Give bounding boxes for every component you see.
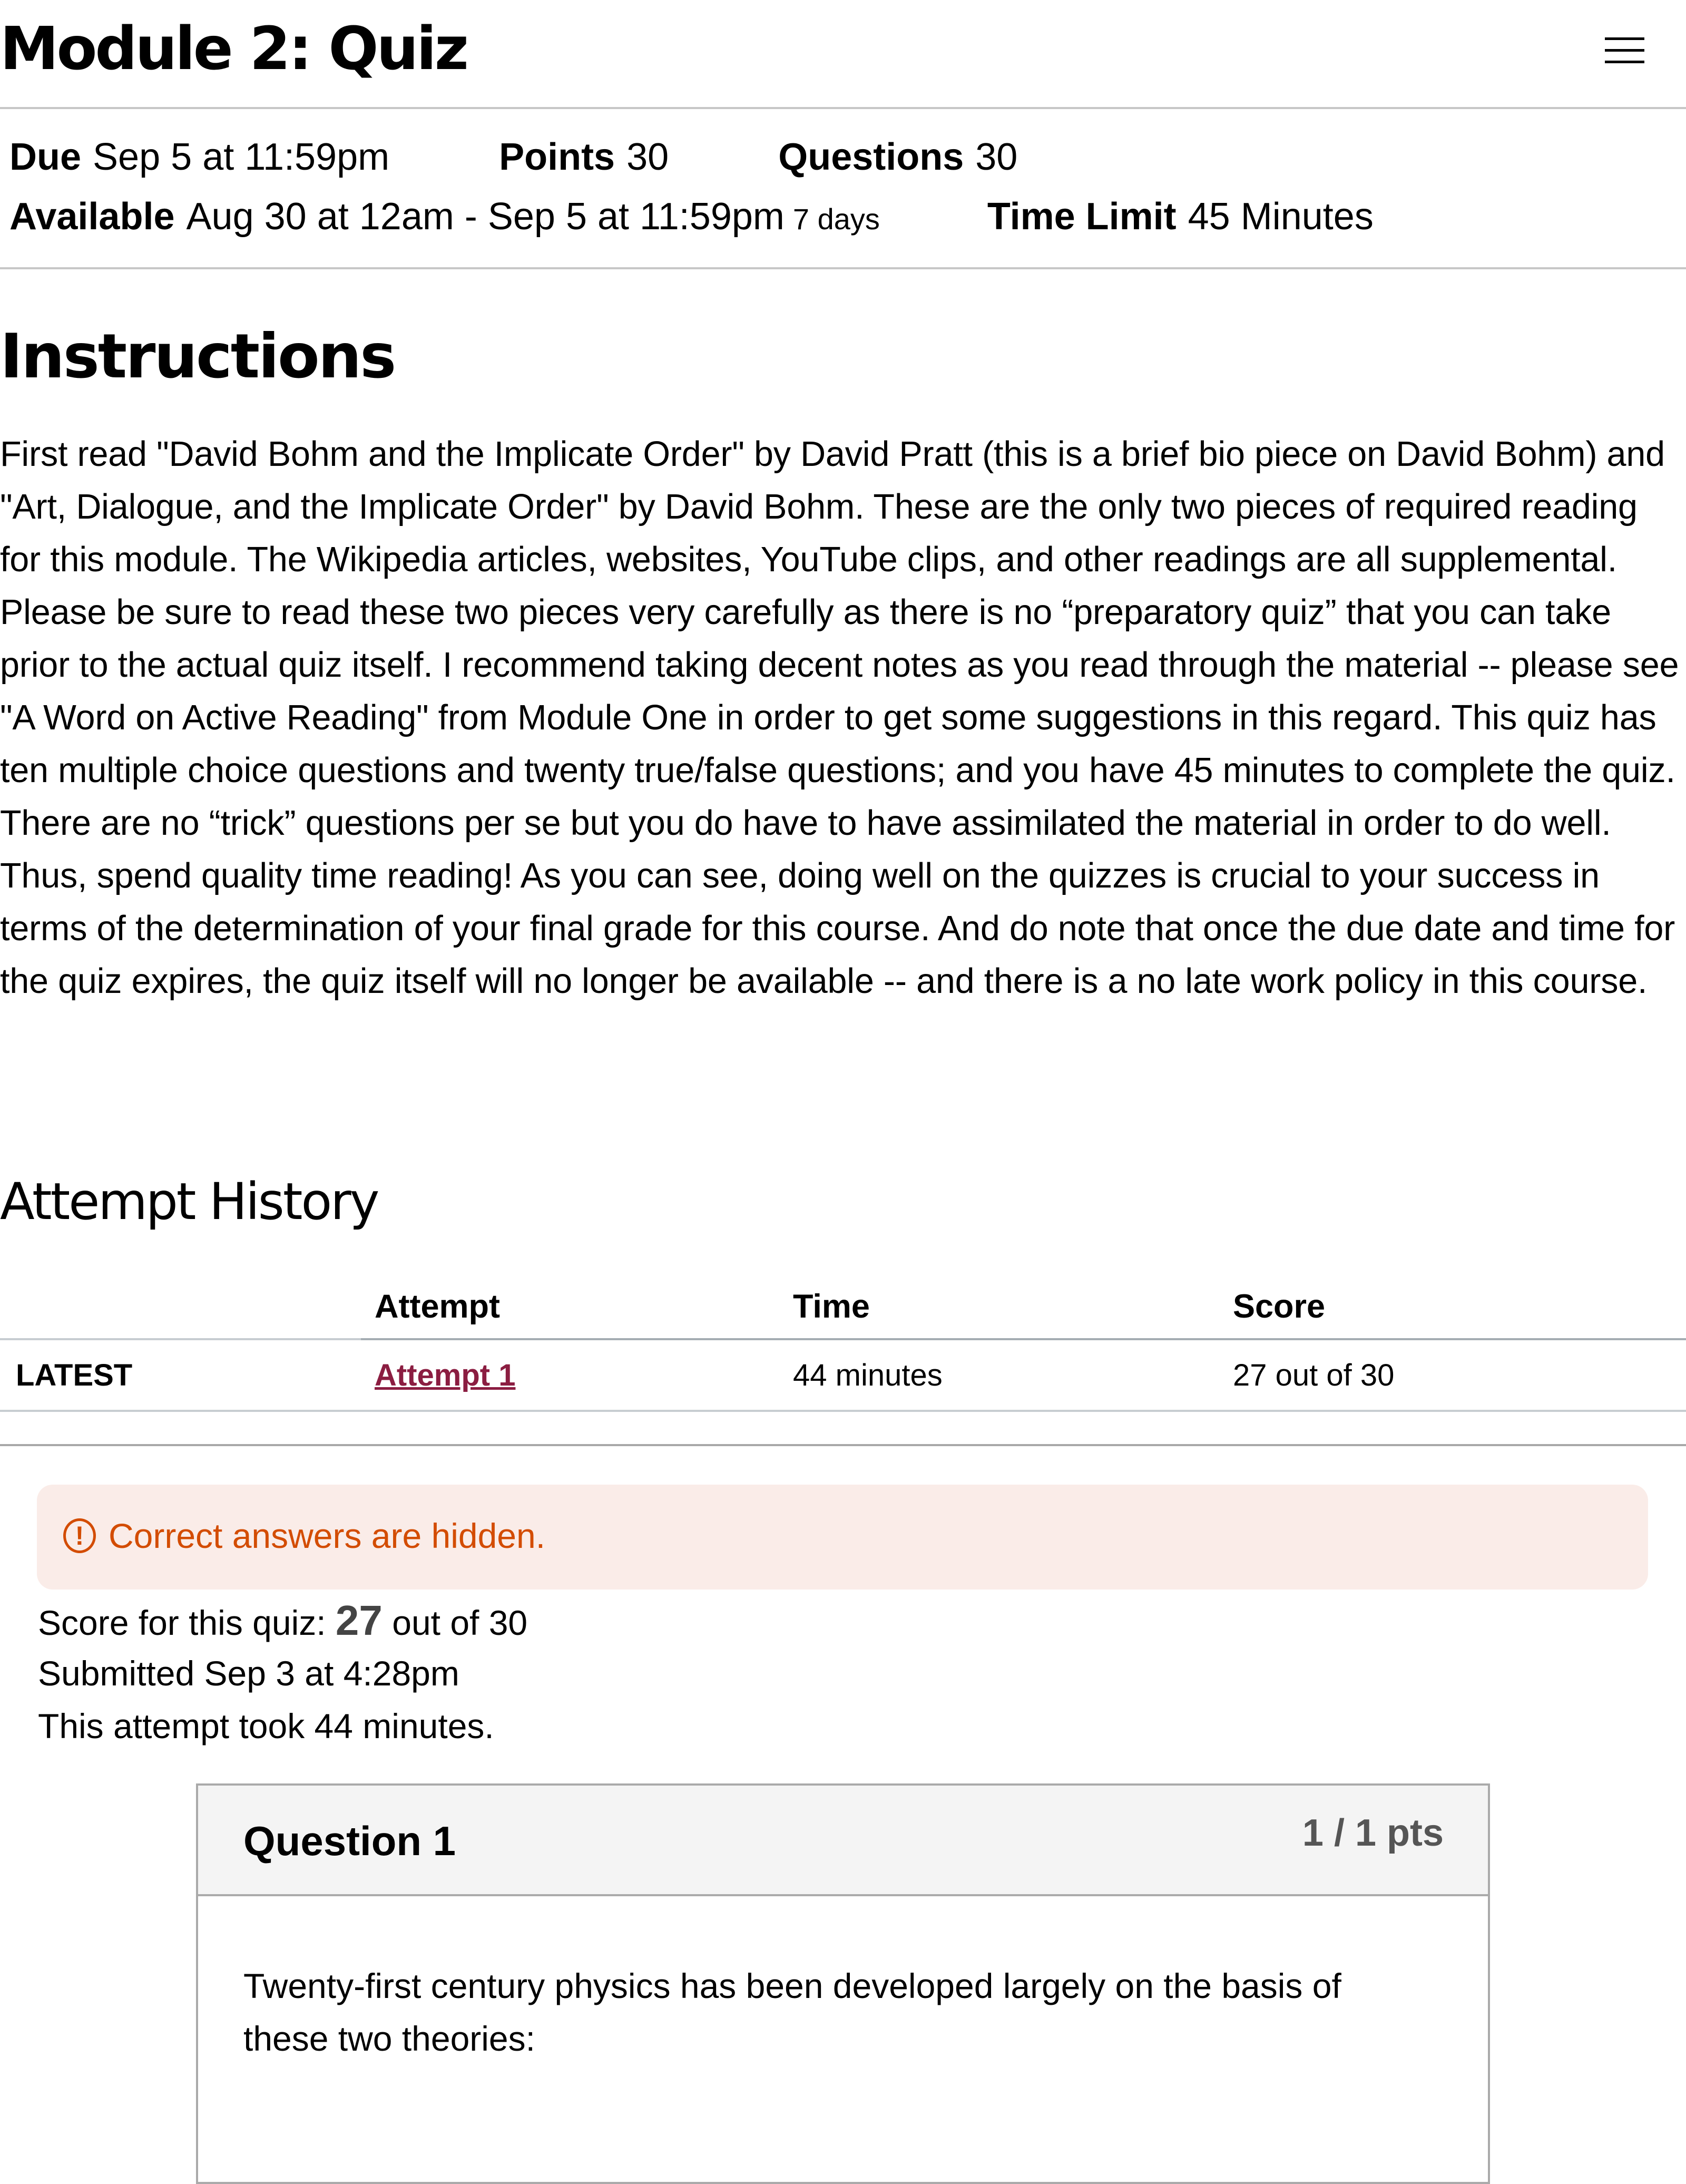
section-divider (0, 1444, 1686, 1446)
questions-value: 30 (975, 136, 1018, 178)
time-limit-value: 45 Minutes (1188, 196, 1374, 238)
table-header-row: Attempt Time Score (0, 1262, 1686, 1340)
alert-text: Correct answers are hidden. (109, 1516, 546, 1555)
questions-label: Questions (778, 136, 964, 178)
question-card: Question 1 1 / 1 pts Twenty-first centur… (196, 1783, 1490, 2184)
attempt-1-link[interactable]: Attempt 1 (375, 1358, 515, 1392)
quiz-details-row-2: Available Aug 30 at 12am - Sep 5 at 11:59… (9, 193, 1374, 243)
correct-answers-hidden-alert: ! Correct answers are hidden. (37, 1485, 1648, 1590)
time-limit-label: Time Limit (987, 196, 1177, 238)
attempt-duration: This attempt took 44 minutes. (38, 1707, 494, 1746)
question-header: Question 1 1 / 1 pts (198, 1786, 1488, 1896)
available-duration: 7 days (792, 202, 880, 236)
column-header-time: Time (793, 1262, 1233, 1340)
menu-bar (1605, 49, 1644, 52)
attempt-history-heading: Attempt History (0, 1172, 379, 1231)
score-prefix: Score for this quiz: (38, 1603, 326, 1642)
attempt-cell: Attempt 1 (361, 1339, 793, 1412)
column-header-score: Score (1233, 1262, 1686, 1340)
warning-circle-icon: ! (63, 1518, 96, 1553)
due-label: Due (9, 136, 82, 178)
available-value: Aug 30 at 12am - Sep 5 at 11:59pm (186, 196, 785, 238)
page-title: Module 2: Quiz (0, 15, 469, 83)
menu-bar (1605, 61, 1644, 63)
menu-bar (1605, 37, 1644, 40)
quiz-details-row-1: Due Sep 5 at 11:59pm Points 30 Questions 30 (9, 133, 1017, 181)
question-points: 1 / 1 pts (1302, 1812, 1444, 1854)
table-row: LATEST Attempt 1 44 minutes 27 out of 30 (0, 1339, 1686, 1412)
score-suffix: out of 30 (392, 1603, 528, 1642)
column-header-attempt: Attempt (361, 1262, 793, 1340)
time-cell: 44 minutes (793, 1339, 1233, 1412)
submitted-time: Submitted Sep 3 at 4:28pm (38, 1654, 459, 1693)
hamburger-menu-icon[interactable] (1602, 33, 1647, 67)
due-value: Sep 5 at 11:59pm (93, 136, 390, 178)
instructions-body: First read "David Bohm and the Implicate… (0, 435, 1679, 1001)
score-summary: Score for this quiz: 27 out of 30 (38, 1594, 527, 1649)
header-divider (0, 107, 1686, 109)
details-divider (0, 267, 1686, 269)
available-label: Available (9, 196, 175, 238)
attempt-history-table: Attempt Time Score LATEST Attempt 1 44 m… (0, 1262, 1686, 1412)
latest-tag: LATEST (0, 1339, 361, 1412)
question-title: Question 1 (243, 1818, 456, 1864)
question-text: Twenty-first century physics has been de… (243, 1966, 1341, 2058)
score-value: 27 (335, 1597, 383, 1644)
column-header-tag (0, 1262, 361, 1340)
score-cell: 27 out of 30 (1233, 1339, 1686, 1412)
points-value: 30 (626, 136, 669, 178)
points-label: Points (499, 136, 615, 178)
instructions-heading: Instructions (0, 321, 396, 392)
